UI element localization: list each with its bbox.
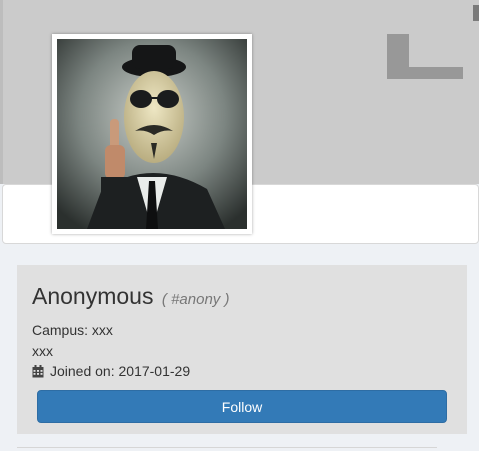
profile-handle: ( #anony ): [161, 291, 230, 308]
calendar-icon: [32, 364, 44, 377]
avatar-image: [57, 39, 247, 229]
campus-text: Campus: xxx: [32, 322, 113, 338]
follow-button[interactable]: Follow: [37, 390, 447, 423]
extra-text: xxx: [32, 343, 53, 359]
cover-edge: [0, 0, 3, 184]
divider: [17, 447, 437, 448]
profile-name-line: Anonymous ( #anony ): [32, 283, 229, 310]
cover-corner-mark: [473, 5, 479, 21]
avatar[interactable]: [52, 34, 252, 234]
joined-text: Joined on: 2017-01-29: [50, 363, 191, 379]
cover-logo-mark: [387, 34, 463, 79]
profile-info-card: Anonymous ( #anony ) Campus: xxx xxx Joi…: [17, 265, 467, 434]
joined-line: Joined on: 2017-01-29: [32, 363, 190, 379]
profile-name: Anonymous: [32, 283, 154, 309]
